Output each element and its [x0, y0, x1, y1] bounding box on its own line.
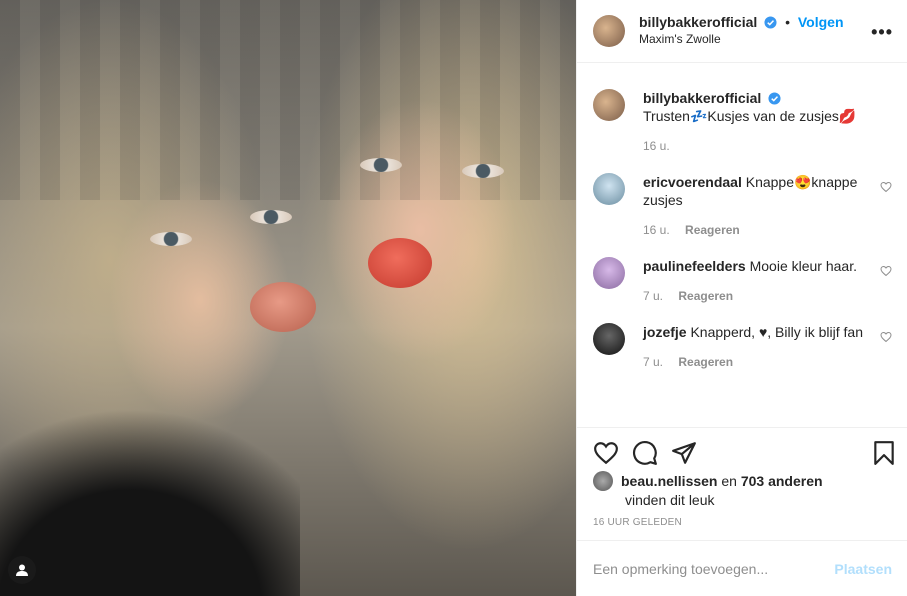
comment-avatar[interactable]	[593, 257, 625, 289]
likes-summary: beau.nellissen en 703 anderen vinden dit…	[593, 471, 893, 509]
comments-list: billybakkerofficial Trusten💤Kusjes van d…	[577, 63, 907, 427]
photo-sweater	[0, 410, 300, 596]
comment-icon[interactable]	[632, 440, 658, 466]
heart-icon[interactable]	[593, 440, 619, 466]
caption-time[interactable]: 16 u.	[643, 139, 670, 153]
caption-text-end: Kusjes van de zusjes	[707, 108, 839, 124]
photo-eye	[250, 210, 292, 224]
likes-count[interactable]: 703 anderen	[741, 473, 823, 489]
comment-avatar[interactable]	[593, 173, 625, 205]
add-comment-bar: Plaatsen	[577, 540, 907, 596]
reply-button[interactable]: Reageren	[678, 355, 733, 369]
author-avatar[interactable]	[593, 15, 625, 47]
comment-username[interactable]: jozefje	[643, 324, 687, 340]
comment-item: jozefje Knapperd, ♥, Billy ik blijf fan …	[593, 323, 892, 371]
comment-avatar[interactable]	[593, 323, 625, 355]
share-icon[interactable]	[671, 440, 697, 466]
kiss-emoji: 💋	[838, 108, 857, 124]
post-comment-button[interactable]: Plaatsen	[834, 561, 892, 577]
photo-lips-left	[250, 282, 316, 332]
post-side-panel: billybakkerofficial • Volgen Maxim's Zwo…	[576, 0, 907, 596]
photo-eye	[150, 232, 192, 246]
likes-suffix: vinden dit leuk	[625, 492, 715, 508]
sleep-emoji: 💤	[689, 108, 708, 124]
liker-username[interactable]: beau.nellissen	[621, 473, 717, 489]
comment-item: ericvoerendaal Knappe😍knappe zusjes 16 u…	[593, 173, 892, 239]
comment-item: paulinefeelders Mooie kleur haar. 7 u. R…	[593, 257, 892, 305]
heart-icon[interactable]	[880, 331, 892, 343]
separator-dot: •	[785, 14, 790, 30]
heart-icon[interactable]	[880, 265, 892, 277]
caption: billybakkerofficial Trusten💤Kusjes van d…	[593, 89, 892, 155]
photo-lips-right	[368, 238, 432, 288]
comment-text: Knapperd, ♥, Billy ik blijf fan	[690, 324, 863, 340]
comment-time[interactable]: 7 u.	[643, 355, 663, 369]
post-header: billybakkerofficial • Volgen Maxim's Zwo…	[577, 0, 907, 63]
comment-time[interactable]: 16 u.	[643, 223, 670, 237]
likes-conjunction: en	[721, 473, 737, 489]
follow-button[interactable]: Volgen	[798, 14, 844, 30]
verified-icon	[768, 92, 781, 105]
user-tag-icon[interactable]	[8, 556, 36, 584]
caption-username[interactable]: billybakkerofficial	[643, 90, 761, 106]
author-username[interactable]: billybakkerofficial	[639, 14, 757, 30]
comment-username[interactable]: ericvoerendaal	[643, 174, 742, 190]
comment-input[interactable]	[593, 560, 835, 577]
photo-eye	[360, 158, 402, 172]
more-icon[interactable]: •••	[871, 22, 893, 43]
liker-avatar[interactable]	[593, 471, 613, 491]
location-link[interactable]: Maxim's Zwolle	[639, 31, 844, 48]
photo-eye	[462, 164, 504, 178]
post-photo[interactable]	[0, 0, 576, 596]
bookmark-icon[interactable]	[871, 440, 897, 466]
heart-icon[interactable]	[880, 181, 892, 193]
post-timestamp[interactable]: 16 UUR GELEDEN	[593, 517, 682, 528]
comment-username[interactable]: paulinefeelders	[643, 258, 746, 274]
reply-button[interactable]: Reageren	[685, 223, 740, 237]
caption-avatar[interactable]	[593, 89, 625, 121]
comment-text: Mooie kleur haar.	[749, 258, 857, 274]
reply-button[interactable]: Reageren	[678, 289, 733, 303]
action-bar	[577, 427, 907, 471]
comment-time[interactable]: 7 u.	[643, 289, 663, 303]
verified-icon	[764, 16, 777, 29]
caption-text-start: Trusten	[643, 108, 690, 124]
